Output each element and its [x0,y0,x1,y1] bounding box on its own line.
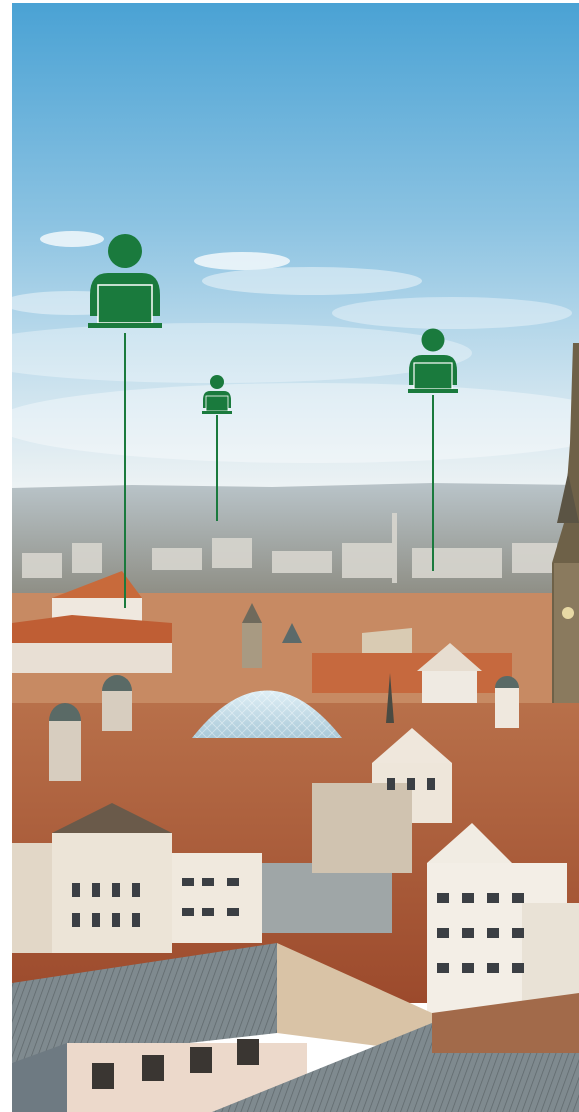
photo-frame [12,3,579,1112]
city-panorama-photo [12,3,579,1112]
